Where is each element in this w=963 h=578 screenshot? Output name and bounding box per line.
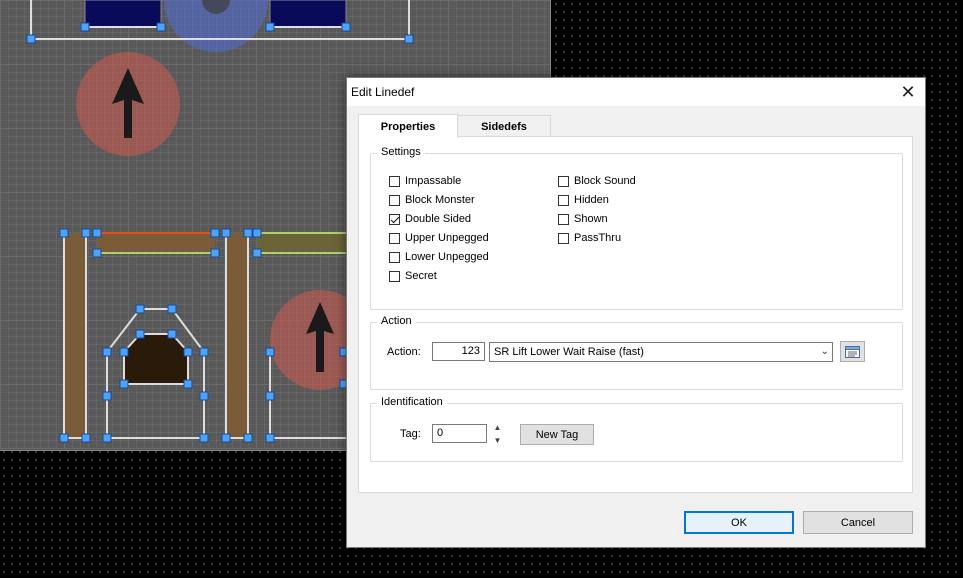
impassable-label: Impassable <box>405 175 462 187</box>
list-browse-icon <box>845 345 860 358</box>
lower-unpegged-label: Lower Unpegged <box>405 251 489 263</box>
action-legend: Action <box>377 315 416 327</box>
sector-blue-left <box>84 0 162 28</box>
action-number-input[interactable]: 123 <box>432 342 485 361</box>
ok-label: OK <box>731 516 747 529</box>
action-browse-button[interactable] <box>840 341 865 362</box>
tab-properties-label: Properties <box>380 120 436 133</box>
title-bar[interactable]: Edit Linedef ✕ <box>347 78 925 106</box>
tag-spinner[interactable]: ▲ ▼ <box>491 423 504 445</box>
sector-wood-top-right <box>257 233 350 253</box>
edit-linedef-dialog: Edit Linedef ✕ Properties Sidedefs Setti… <box>346 77 926 548</box>
properties-panel: Settings Impassable Block Monster Double… <box>358 136 913 493</box>
action-select[interactable]: SR Lift Lower Wait Raise (fast) ⌄ <box>489 342 833 362</box>
sector-wood-top <box>97 233 215 253</box>
block-sound-checkbox[interactable] <box>558 175 569 187</box>
flag-impassable[interactable]: Impassable <box>389 173 461 189</box>
double-sided-checkbox[interactable] <box>389 213 400 225</box>
block-sound-label: Block Sound <box>574 175 636 187</box>
identification-legend: Identification <box>377 396 447 408</box>
flag-secret[interactable]: Secret <box>389 268 437 284</box>
new-tag-button[interactable]: New Tag <box>520 424 594 445</box>
ok-button[interactable]: OK <box>684 511 794 534</box>
chevron-down-icon: ⌄ <box>820 346 829 357</box>
block-monster-checkbox[interactable] <box>389 194 400 206</box>
hidden-label: Hidden <box>574 194 609 206</box>
impassable-checkbox[interactable] <box>389 175 400 187</box>
sector-wood-mid <box>226 233 248 438</box>
action-select-value: SR Lift Lower Wait Raise (fast) <box>494 346 644 358</box>
cancel-button[interactable]: Cancel <box>803 511 913 534</box>
flag-passthru[interactable]: PassThru <box>558 230 621 246</box>
action-label: Action: <box>387 346 421 358</box>
secret-label: Secret <box>405 270 437 282</box>
spin-down-icon[interactable]: ▼ <box>494 436 502 445</box>
upper-unpegged-label: Upper Unpegged <box>405 232 489 244</box>
shown-label: Shown <box>574 213 608 225</box>
flag-shown[interactable]: Shown <box>558 211 608 227</box>
flag-lower-unpegged[interactable]: Lower Unpegged <box>389 249 489 265</box>
sector-wood-left <box>64 233 86 438</box>
tab-properties[interactable]: Properties <box>358 114 458 138</box>
close-icon: ✕ <box>900 81 916 102</box>
lower-unpegged-checkbox[interactable] <box>389 251 400 263</box>
shown-checkbox[interactable] <box>558 213 569 225</box>
hidden-checkbox[interactable] <box>558 194 569 206</box>
passthru-label: PassThru <box>574 232 622 244</box>
upper-unpegged-checkbox[interactable] <box>389 232 400 244</box>
flag-upper-unpegged[interactable]: Upper Unpegged <box>389 230 489 246</box>
tab-sidedefs[interactable]: Sidedefs <box>457 115 551 137</box>
block-monster-label: Block Monster <box>405 194 475 206</box>
passthru-checkbox[interactable] <box>558 232 569 244</box>
sector-blue-right <box>269 0 347 28</box>
dialog-title: Edit Linedef <box>351 85 415 99</box>
close-button[interactable]: ✕ <box>891 78 925 106</box>
flag-block-sound[interactable]: Block Sound <box>558 173 636 189</box>
secret-checkbox[interactable] <box>389 270 400 282</box>
new-tag-label: New Tag <box>535 428 579 441</box>
cancel-label: Cancel <box>840 516 876 529</box>
tab-sidedefs-label: Sidedefs <box>481 120 527 133</box>
flag-hidden[interactable]: Hidden <box>558 192 609 208</box>
tag-label: Tag: <box>400 428 421 440</box>
double-sided-label: Double Sided <box>405 213 472 225</box>
spin-up-icon[interactable]: ▲ <box>494 423 502 432</box>
flag-double-sided[interactable]: Double Sided <box>389 211 471 227</box>
flag-block-monster[interactable]: Block Monster <box>389 192 475 208</box>
settings-legend: Settings <box>377 146 425 158</box>
tag-input[interactable]: 0 <box>432 424 487 443</box>
